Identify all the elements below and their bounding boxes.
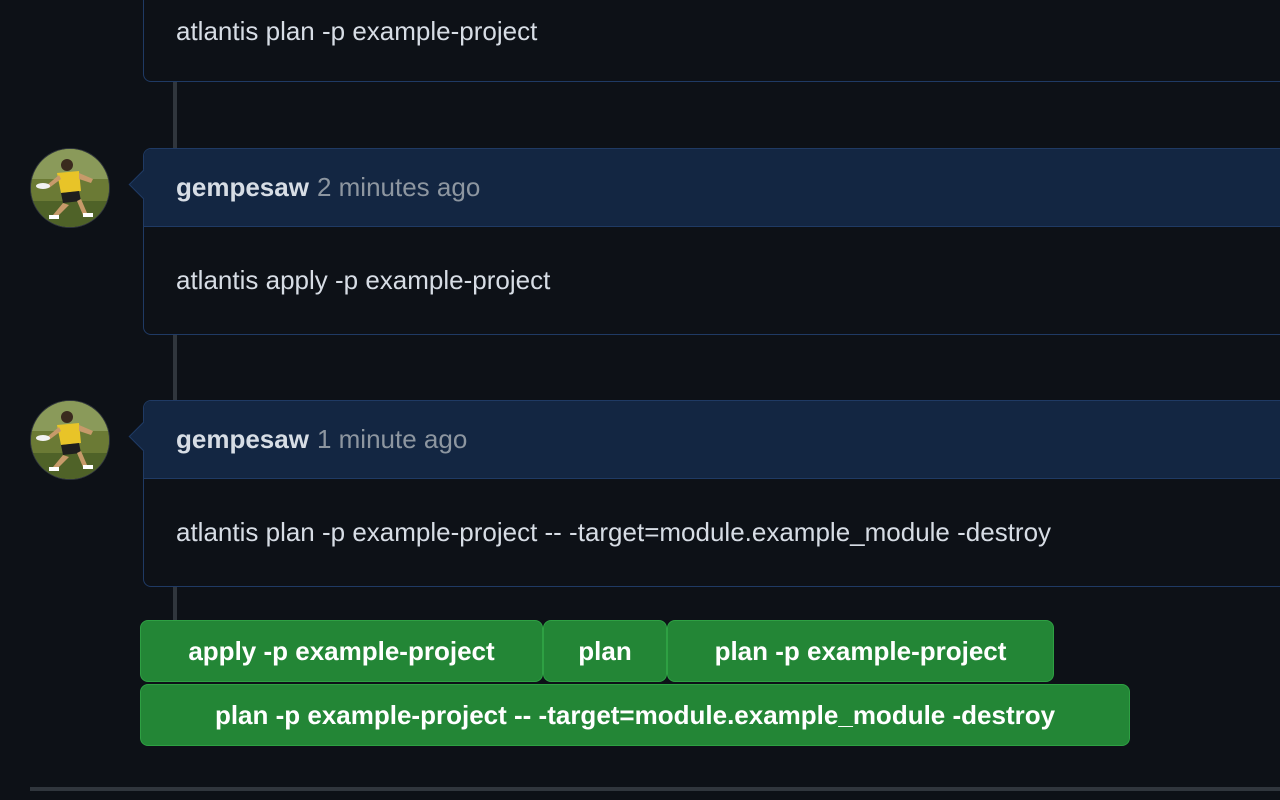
timeline-line (173, 82, 177, 152)
comment-body: atlantis apply -p example-project (144, 227, 1280, 333)
comment-author[interactable]: gempesaw (176, 172, 309, 203)
comment-card: gempesaw 1 minute ago atlantis plan -p e… (128, 400, 1280, 587)
avatar[interactable] (30, 148, 110, 228)
suggestion-button-apply[interactable]: apply -p example-project (140, 620, 543, 682)
comment-text: atlantis plan -p example-project -- -tar… (176, 516, 1052, 547)
comment-text: atlantis plan -p example-project (176, 16, 538, 46)
comment-text: atlantis apply -p example-project (176, 264, 551, 295)
timeline-line (173, 334, 177, 404)
comment-timestamp[interactable]: 1 minute ago (317, 424, 467, 455)
comment-author[interactable]: gempesaw (176, 424, 309, 455)
suggestion-button-plan-project[interactable]: plan -p example-project (667, 620, 1054, 682)
suggestion-button-plan-destroy[interactable]: plan -p example-project -- -target=modul… (140, 684, 1130, 746)
comment-timestamp[interactable]: 2 minutes ago (317, 172, 480, 203)
suggestion-button-plan[interactable]: plan (543, 620, 667, 682)
comment-header: gempesaw 2 minutes ago (144, 149, 1280, 227)
comment-body: atlantis plan -p example-project -- -tar… (144, 479, 1280, 585)
comment-card: gempesaw 2 minutes ago atlantis apply -p… (128, 148, 1280, 335)
comment-header: gempesaw 1 minute ago (144, 401, 1280, 479)
comment-body: atlantis plan -p example-project (144, 0, 1280, 83)
comment-card: atlantis plan -p example-project (143, 0, 1280, 82)
divider (30, 787, 1280, 791)
avatar[interactable] (30, 400, 110, 480)
